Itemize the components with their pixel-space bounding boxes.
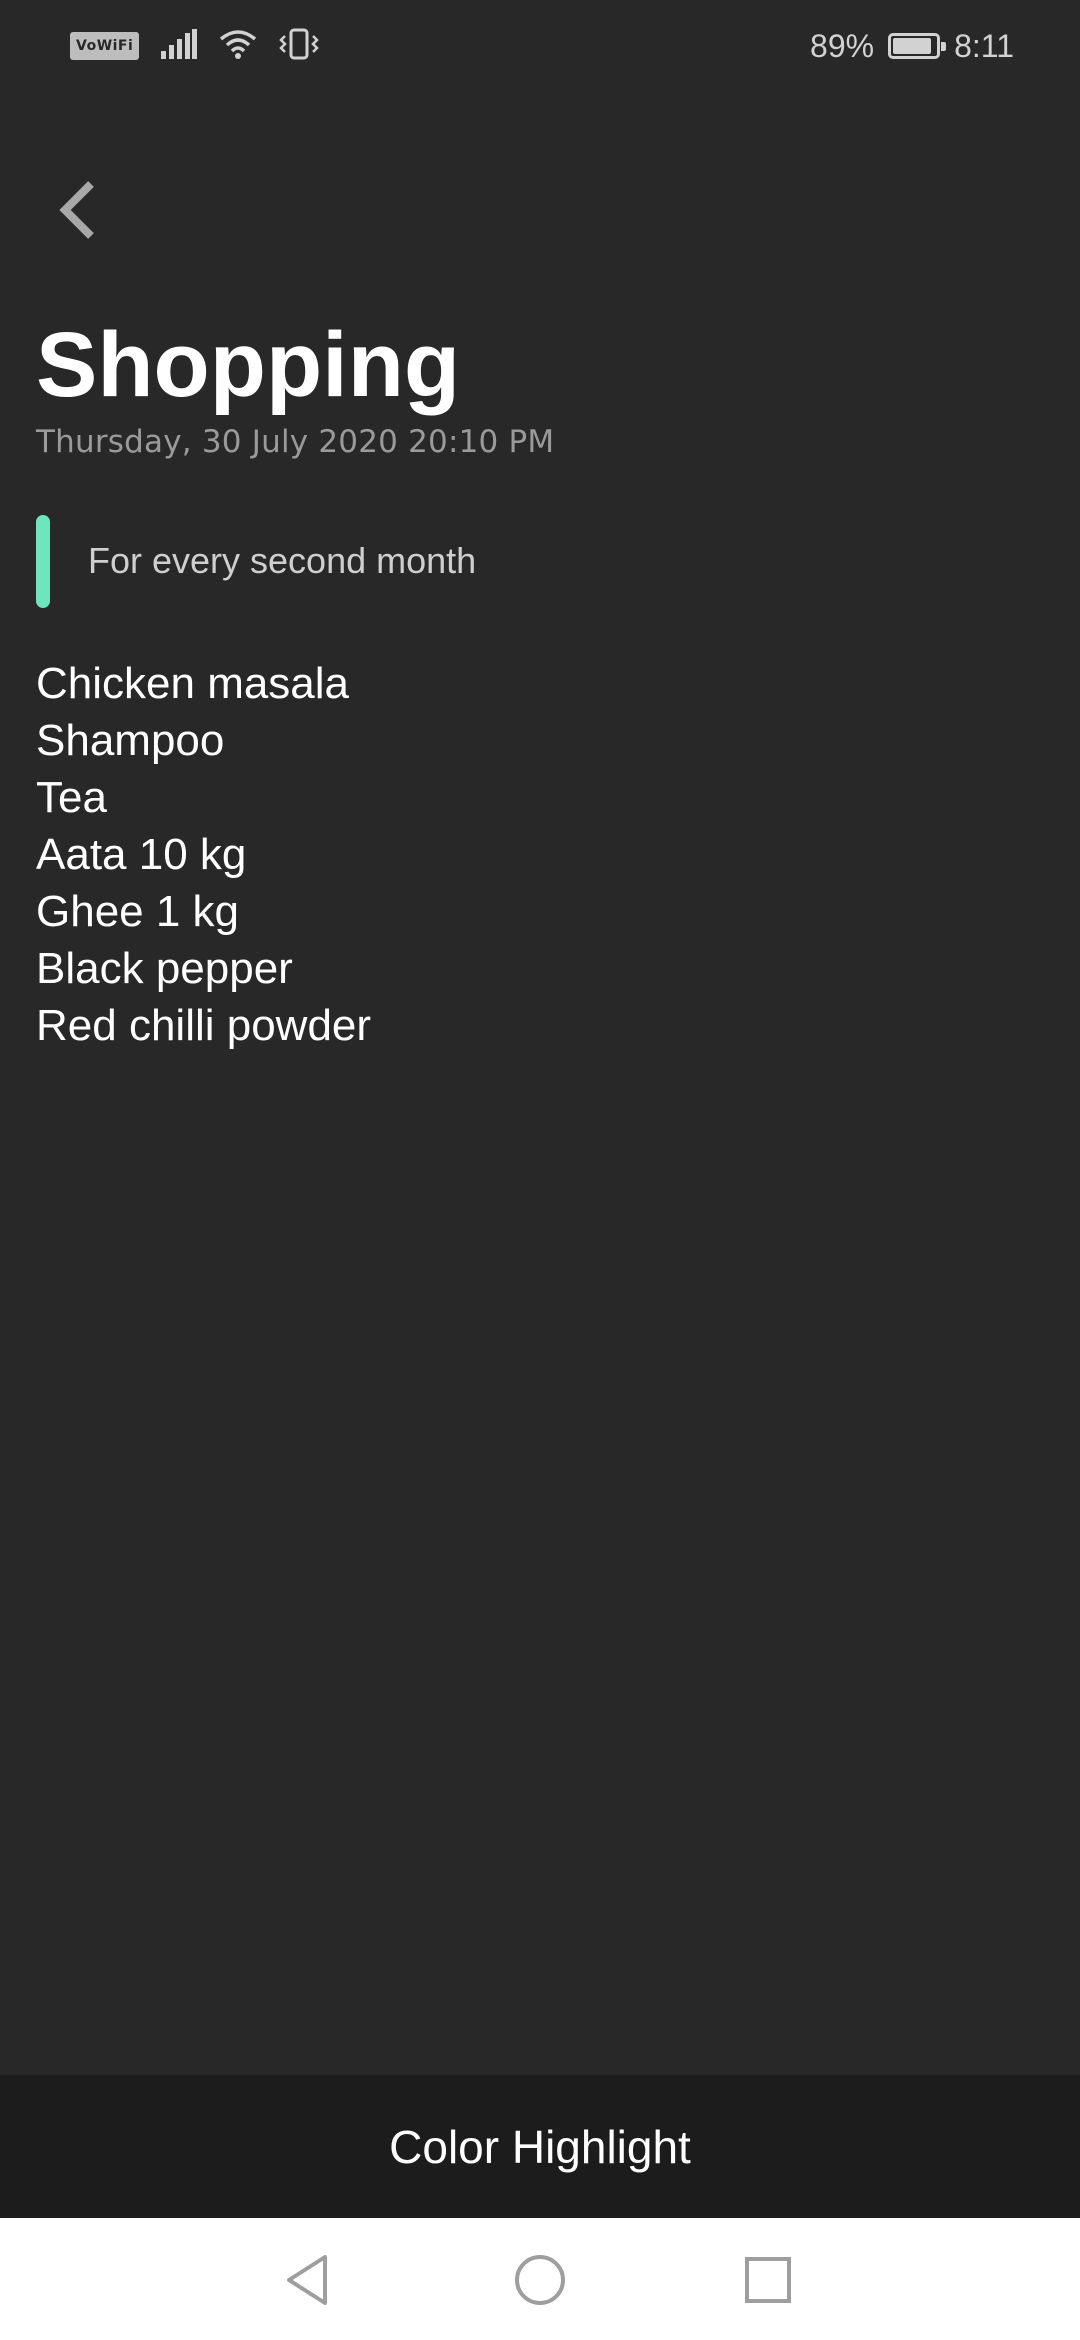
status-right-group: 89% 8:11 [810, 26, 1014, 66]
wifi-icon [219, 28, 257, 65]
color-highlight-label: Color Highlight [389, 2120, 691, 2173]
nav-home-icon [515, 2255, 565, 2305]
list-item: Shampoo [36, 716, 225, 765]
back-button[interactable] [42, 170, 112, 250]
list-item: Aata 10 kg [36, 830, 247, 879]
nav-recents-icon [745, 2257, 791, 2303]
vowifi-badge: VoWiFi [70, 32, 140, 60]
status-bar: VoWiFi 89% 8:11 [0, 0, 1080, 92]
color-highlight-button[interactable]: Color Highlight [0, 2075, 1080, 2218]
nav-back-button[interactable] [268, 2240, 348, 2320]
nav-back-icon [287, 2255, 327, 2305]
list-item: Red chilli powder [36, 1001, 372, 1050]
system-nav-bar [0, 2218, 1080, 2340]
color-highlight-bar [36, 515, 50, 608]
page-title: Shopping [36, 314, 461, 416]
signal-icon [161, 28, 198, 64]
status-left-group: VoWiFi [70, 28, 320, 65]
note-description: For every second month [88, 540, 477, 581]
note-date: Thursday, 30 July 2020 20:10 PM [36, 424, 555, 460]
note-items-list: Chicken masala Shampoo Tea Aata 10 kg Gh… [36, 655, 371, 1054]
clock: 8:11 [954, 27, 1014, 64]
nav-recents-button[interactable] [728, 2240, 808, 2320]
list-item: Chicken masala [36, 659, 350, 708]
vibrate-icon [279, 28, 320, 65]
nav-home-button[interactable] [500, 2240, 580, 2320]
list-item: Tea [36, 773, 107, 822]
chevron-left-icon [59, 181, 94, 239]
list-item: Black pepper [36, 944, 293, 993]
battery-icon [888, 33, 947, 59]
list-item: Ghee 1 kg [36, 887, 240, 936]
battery-level [893, 38, 931, 54]
battery-percent: 89% [810, 27, 875, 64]
